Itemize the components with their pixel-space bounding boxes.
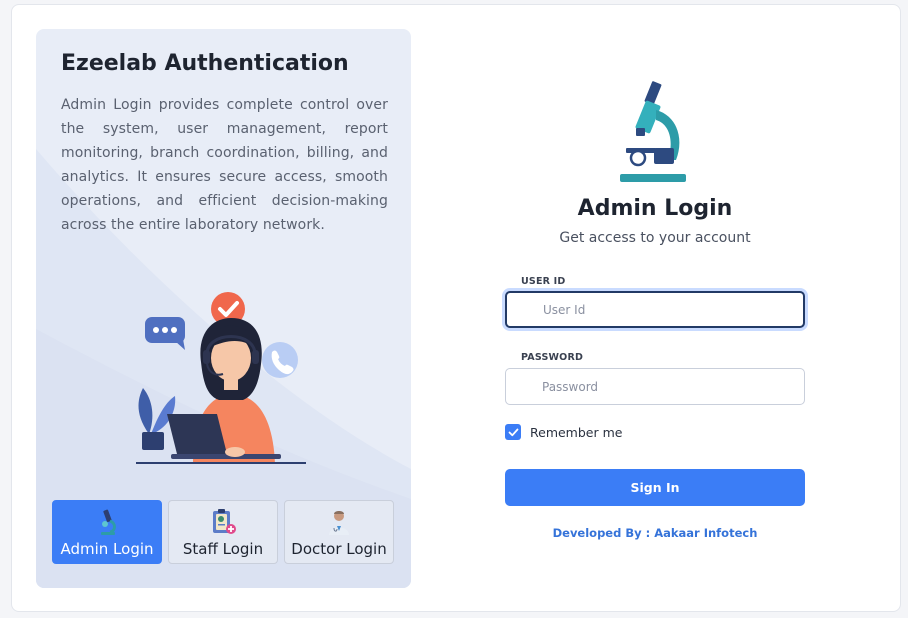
login-subtitle: Get access to your account <box>559 230 751 246</box>
tab-doctor-label: Doctor Login <box>291 540 387 558</box>
microscope-icon <box>620 81 686 182</box>
login-title: Admin Login <box>577 196 733 221</box>
sign-in-button[interactable]: Sign In <box>505 469 805 506</box>
panel-description: Admin Login provides complete control ov… <box>61 97 388 233</box>
password-input[interactable] <box>505 368 805 405</box>
tab-admin-login[interactable]: Admin Login <box>52 500 162 564</box>
tab-admin-label: Admin Login <box>60 540 154 558</box>
check-icon <box>508 428 518 436</box>
info-panel: Ezeelab Authentication Admin Login provi… <box>36 29 411 588</box>
doctor-icon <box>329 511 349 535</box>
remember-me-label[interactable]: Remember me <box>530 425 622 440</box>
clipboard-icon <box>213 509 236 534</box>
tab-doctor-login[interactable]: Doctor Login <box>284 500 394 564</box>
tab-staff-login[interactable]: Staff Login <box>168 500 278 564</box>
support-agent-illustration <box>136 292 306 464</box>
microscope-icon <box>101 509 116 535</box>
chat-bubble-icon <box>145 317 185 350</box>
user-id-label: USER ID <box>521 276 566 287</box>
remember-me-checkbox[interactable] <box>505 424 521 440</box>
tab-staff-label: Staff Login <box>182 540 264 558</box>
phone-icon <box>262 342 298 378</box>
developed-by: Developed By : Aakaar Infotech <box>552 526 758 540</box>
user-id-input[interactable] <box>505 291 805 328</box>
role-tabs: Admin Login Staff Login Doctor Login <box>52 500 396 564</box>
panel-title: Ezeelab Authentication <box>61 51 349 76</box>
remember-me: Remember me <box>505 424 622 440</box>
password-label: PASSWORD <box>521 352 584 363</box>
